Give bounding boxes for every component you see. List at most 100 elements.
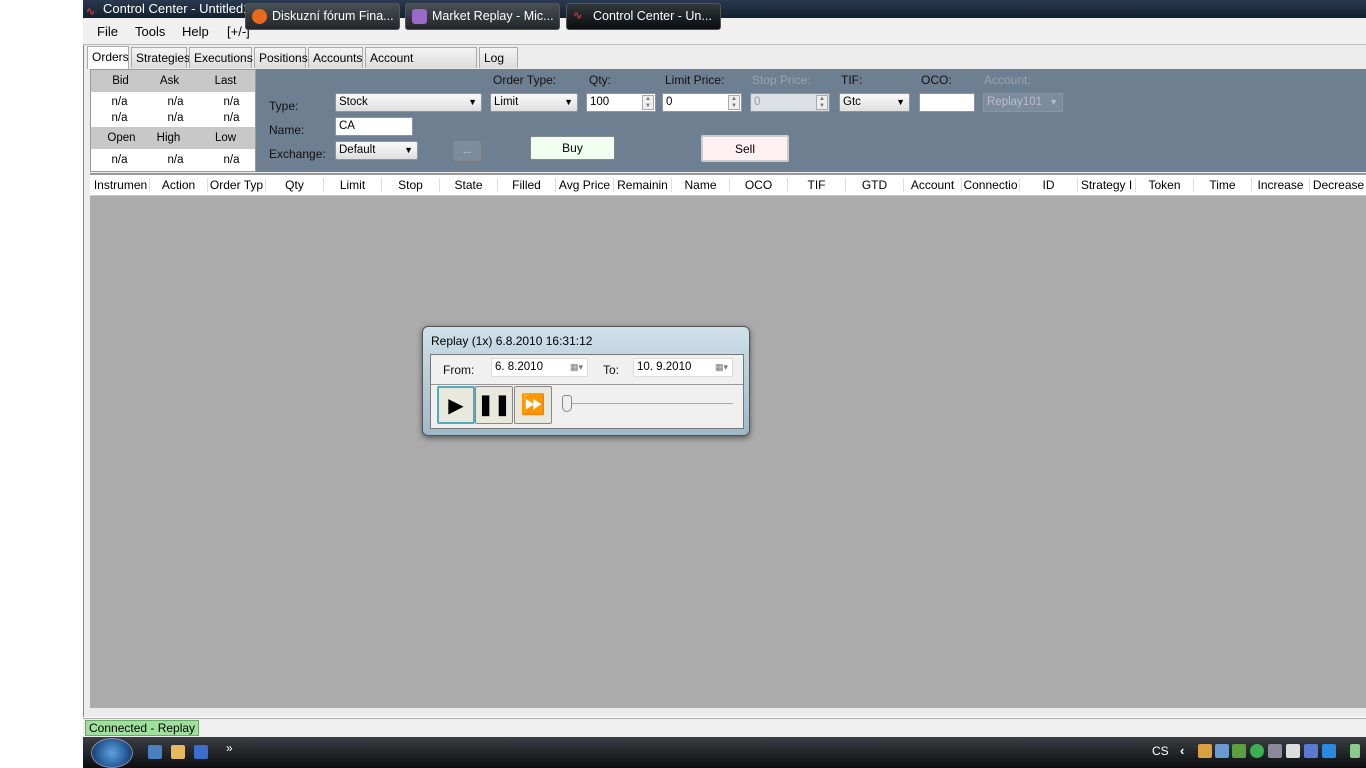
- column-header[interactable]: ID: [1020, 178, 1078, 192]
- column-header[interactable]: Instrumen: [92, 178, 150, 192]
- exchange-dropdown[interactable]: Default ▼: [335, 141, 418, 160]
- chevron-down-icon: ▼: [564, 97, 573, 107]
- tray-icon-4[interactable]: [1250, 744, 1264, 758]
- column-header[interactable]: Account: [904, 178, 962, 192]
- tif-dropdown[interactable]: Gtc ▼: [839, 93, 910, 112]
- column-header[interactable]: State: [440, 178, 498, 192]
- high-value: n/a: [167, 154, 184, 166]
- taskbar-item-label: Market Replay - Mic...: [432, 9, 554, 23]
- column-header[interactable]: Increase: [1252, 178, 1310, 192]
- low-header: Low: [214, 132, 237, 144]
- to-date-picker[interactable]: 10. 9.2010 ▦▾: [633, 358, 733, 377]
- order-type-value: Limit: [494, 96, 519, 108]
- low-value: n/a: [223, 154, 240, 166]
- battery-icon[interactable]: [1350, 744, 1360, 758]
- column-header[interactable]: Decrease: [1310, 178, 1366, 192]
- tray-network-icon[interactable]: [1215, 744, 1229, 758]
- spinner-arrows-icon: ▲ ▼: [816, 95, 828, 110]
- column-header[interactable]: Order Typ: [208, 178, 266, 192]
- quicklaunch-icon[interactable]: [194, 745, 208, 759]
- quicklaunch-more-icon[interactable]: »: [226, 741, 233, 755]
- last-value-2: n/a: [223, 112, 240, 124]
- bid-header: Bid: [112, 75, 129, 87]
- tab-orders[interactable]: Orders: [87, 46, 129, 69]
- firefox-icon: [252, 9, 267, 24]
- column-header[interactable]: Connectio: [962, 178, 1020, 192]
- calendar-icon[interactable]: ▦▾: [570, 359, 583, 376]
- menu-tools[interactable]: Tools: [135, 24, 165, 39]
- tray-icon-6[interactable]: [1286, 744, 1300, 758]
- account-value: Replay101: [987, 96, 1042, 108]
- buy-button[interactable]: Buy: [530, 136, 615, 160]
- name-input[interactable]: CA: [335, 117, 413, 136]
- column-header[interactable]: Stop: [382, 178, 440, 192]
- taskbar-item-firefox[interactable]: Diskuzní fórum Fina...: [245, 3, 400, 30]
- menu-help[interactable]: Help: [182, 24, 209, 39]
- window-title: Control Center - Untitled1: [103, 1, 251, 16]
- pause-button[interactable]: ❚❚: [475, 386, 513, 424]
- browse-instrument-button[interactable]: ...: [453, 141, 481, 161]
- column-header[interactable]: TIF: [788, 178, 846, 192]
- oco-input[interactable]: [919, 93, 975, 112]
- tray-icon-1[interactable]: [1198, 744, 1212, 758]
- taskbar-item-onenote[interactable]: Market Replay - Mic...: [405, 3, 560, 30]
- tray-icon-7[interactable]: [1304, 744, 1318, 758]
- play-button[interactable]: ▶: [437, 386, 475, 424]
- qty-label: Qty:: [589, 73, 612, 87]
- show-desktop-icon[interactable]: [148, 745, 162, 759]
- tab-account-performance[interactable]: Account Perfomance: [365, 47, 477, 85]
- order-type-dropdown[interactable]: Limit ▼: [490, 93, 578, 112]
- spinner-arrows-icon[interactable]: ▲ ▼: [728, 95, 740, 110]
- column-header[interactable]: Remainin: [614, 178, 672, 192]
- column-header[interactable]: Qty: [266, 178, 324, 192]
- type-dropdown[interactable]: Stock ▼: [335, 93, 482, 112]
- column-header[interactable]: OCO: [730, 178, 788, 192]
- speed-slider-thumb[interactable]: [562, 395, 572, 412]
- tray-icon-8[interactable]: [1322, 744, 1336, 758]
- menu-file[interactable]: File: [97, 24, 118, 39]
- orders-grid-body: [90, 196, 1366, 708]
- start-button[interactable]: [91, 738, 133, 768]
- name-label: Name:: [269, 123, 305, 137]
- tray-display-icon[interactable]: [1268, 744, 1282, 758]
- qty-input[interactable]: 100 ▲ ▼: [586, 93, 656, 112]
- tab-executions[interactable]: Executions: [189, 47, 253, 68]
- tab-accounts[interactable]: Accounts: [308, 47, 363, 68]
- spinner-arrows-icon[interactable]: ▲ ▼: [642, 95, 654, 110]
- language-indicator[interactable]: CS: [1152, 744, 1169, 758]
- fast-forward-button[interactable]: ⏩: [514, 386, 552, 424]
- outlook-icon[interactable]: [171, 745, 185, 759]
- column-header[interactable]: Name: [672, 178, 730, 192]
- column-header[interactable]: Filled: [498, 178, 556, 192]
- qty-value: 100: [590, 96, 610, 108]
- replay-controls: From: 6. 8.2010 ▦▾ To: 10. 9.2010 ▦▾ ▶ ❚❚ …: [430, 354, 744, 429]
- stop-price-value: 0: [754, 96, 761, 108]
- column-header[interactable]: Token: [1136, 178, 1194, 192]
- sell-button[interactable]: Sell: [701, 135, 789, 162]
- taskbar-item-label: Diskuzní fórum Fina...: [272, 9, 394, 23]
- calendar-icon[interactable]: ▦▾: [715, 359, 728, 376]
- order-entry-panel: Type: Stock ▼ Name: CA Exchange: Default ▼…: [256, 69, 1366, 172]
- column-header[interactable]: Time: [1194, 178, 1252, 192]
- replay-dialog: Replay (1x) 6.8.2010 16:31:12 From: 6. 8…: [422, 326, 750, 436]
- limit-price-input[interactable]: 0 ▲ ▼: [662, 93, 742, 112]
- chevron-down-icon: ▼: [468, 97, 477, 107]
- column-header[interactable]: Action: [150, 178, 208, 192]
- tray-icon-3[interactable]: [1232, 744, 1246, 758]
- column-header[interactable]: Avg Price: [556, 178, 614, 192]
- speed-slider-track[interactable]: [565, 403, 733, 404]
- tray-expand-icon[interactable]: ‹: [1180, 743, 1184, 758]
- stop-price-input: 0 ▲ ▼: [750, 93, 830, 112]
- taskbar-item-control-center[interactable]: ∿ Control Center - Un...: [566, 3, 721, 30]
- exchange-label: Exchange:: [269, 147, 326, 161]
- column-header[interactable]: GTD: [846, 178, 904, 192]
- chevron-down-icon: ▼: [404, 145, 413, 155]
- column-header[interactable]: Limit: [324, 178, 382, 192]
- tab-strategies[interactable]: Strategies: [131, 47, 190, 68]
- pause-icon: ❚❚: [477, 394, 511, 416]
- tab-log[interactable]: Log: [479, 47, 518, 68]
- column-header[interactable]: Strategy I: [1078, 178, 1136, 192]
- from-date-picker[interactable]: 6. 8.2010 ▦▾: [491, 358, 588, 377]
- tab-positions[interactable]: Positions: [254, 47, 308, 68]
- high-header: High: [156, 132, 181, 144]
